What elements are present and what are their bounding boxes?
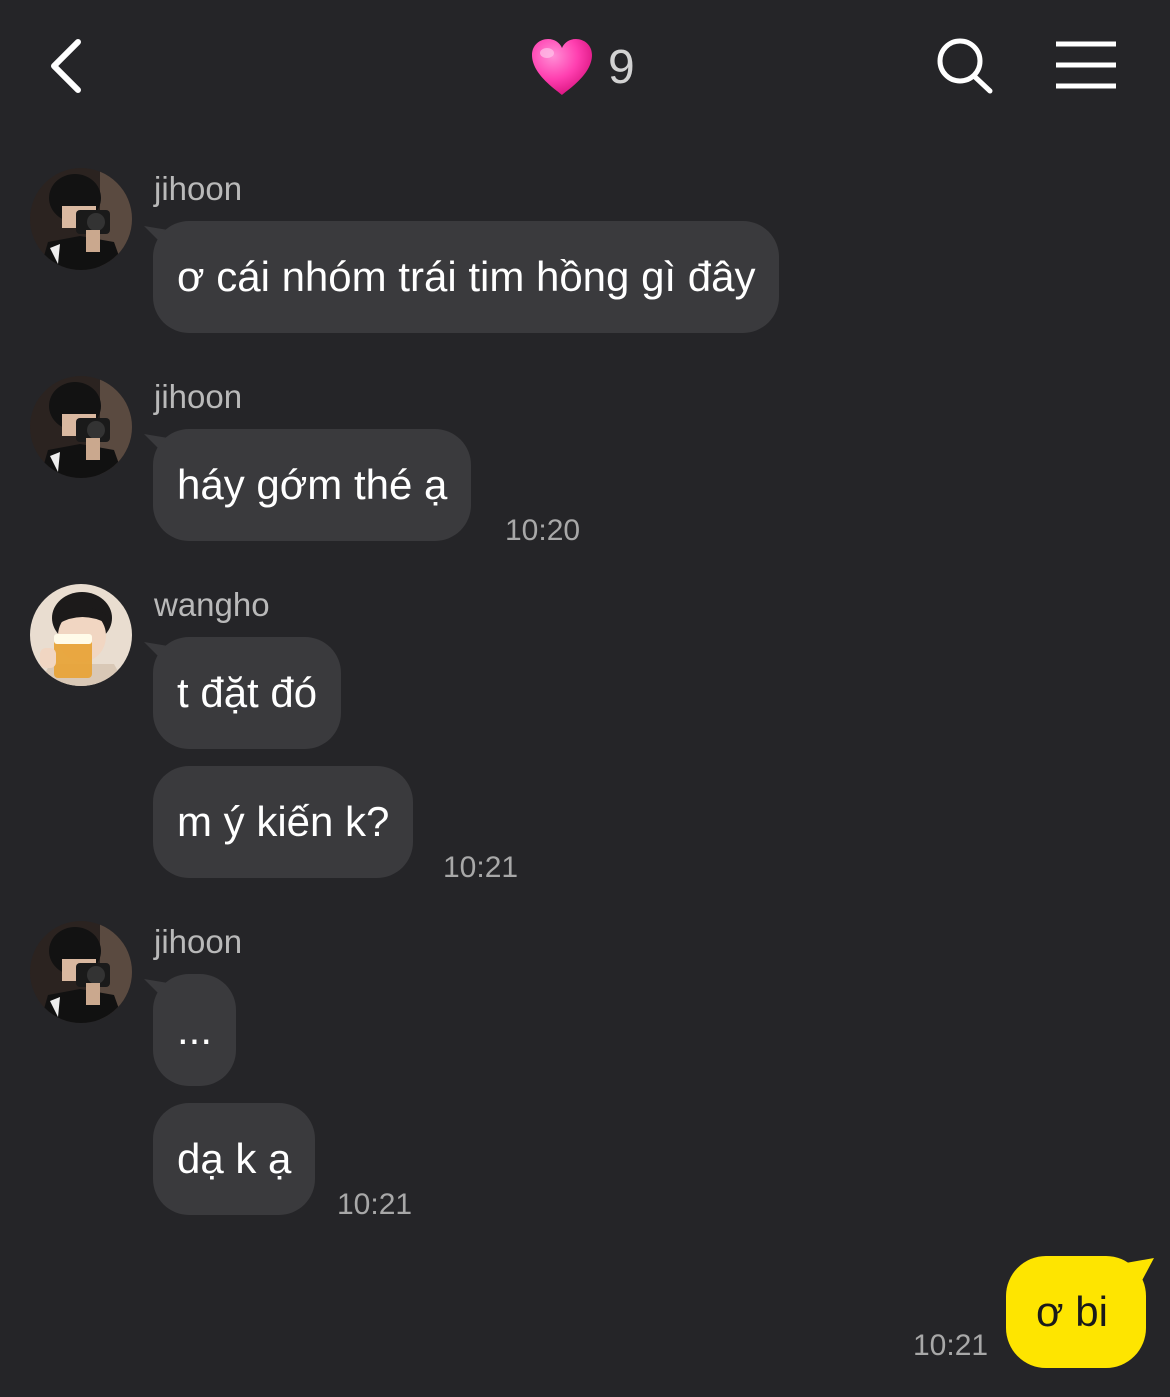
sender-name: wangho	[154, 586, 270, 623]
avatar[interactable]	[30, 168, 132, 270]
message-bubble[interactable]: t đặt đó	[153, 637, 342, 749]
search-icon[interactable]	[934, 36, 996, 96]
sender-name: jihoon	[154, 923, 243, 960]
message-bubble[interactable]: m ý kiến k?	[153, 766, 414, 878]
avatar-jihoon-image	[30, 376, 132, 478]
member-count: 9	[608, 40, 635, 94]
avatar[interactable]	[30, 376, 132, 478]
chat-title: 9	[530, 34, 635, 100]
sender-name: jihoon	[154, 170, 243, 207]
my-message-bubble[interactable]: ơ bi	[1006, 1256, 1146, 1368]
message-timestamp: 10:21	[443, 851, 519, 884]
message-timestamp: 10:20	[505, 514, 581, 547]
message-bubble[interactable]: dạ k ạ	[153, 1103, 316, 1215]
hamburger-menu-icon[interactable]	[1054, 40, 1118, 90]
pink-heart-icon	[532, 39, 592, 95]
avatar-jihoon-image	[30, 921, 132, 1023]
message-bubble[interactable]: ...	[153, 974, 237, 1086]
avatar-jihoon-image	[30, 168, 132, 270]
message-timestamp: 10:21	[913, 1329, 989, 1362]
sender-name: jihoon	[154, 378, 243, 415]
message-bubble[interactable]: háy gớm thé ạ	[153, 429, 472, 541]
avatar-wangho-image	[30, 584, 132, 686]
avatar[interactable]	[30, 921, 132, 1023]
message-timestamp: 10:21	[337, 1188, 413, 1221]
avatar[interactable]	[30, 584, 132, 686]
chat-header: 9	[0, 0, 1170, 130]
message-bubble[interactable]: ơ cái nhóm trái tim hồng gì đây	[153, 221, 780, 333]
chevron-left-icon[interactable]	[40, 34, 96, 98]
